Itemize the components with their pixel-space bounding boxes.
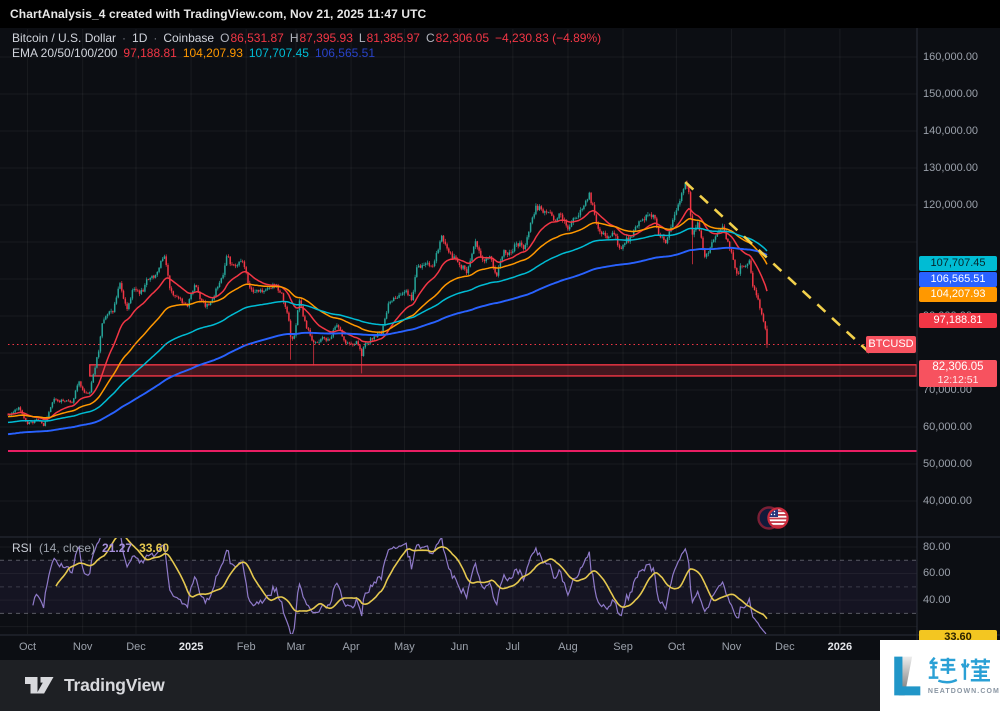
tradingview-logo[interactable]: TradingView — [24, 675, 165, 696]
rsi-tick: 40.00 — [923, 593, 951, 606]
ohlc-close: C 82,306.05 — [425, 31, 490, 45]
candle-bodies-up — [9, 183, 751, 426]
legend-separator: · — [122, 31, 127, 45]
symbol-exchange: Coinbase — [163, 31, 215, 45]
rsi-params: (14, close) — [39, 541, 96, 555]
ohlc-high: H 87,395.93 — [289, 31, 353, 45]
tradingview-wordmark: TradingView — [64, 675, 165, 695]
symbol-price-label: BTCUSD — [866, 336, 916, 353]
time-tick: Oct — [18, 641, 37, 653]
rsi-current-value: 21.27 — [102, 541, 133, 555]
ema200-value: 106,565.51 — [314, 46, 375, 60]
time-tick: 2025 — [178, 641, 204, 653]
ema200-price-badge: 106,565.51 — [919, 272, 997, 287]
time-tick: Oct — [667, 641, 685, 653]
watermark-cn-glyphs — [928, 656, 990, 684]
ema-indicator-legend[interactable]: EMA 20/50/100/200 97,188.81 104,207.93 1… — [12, 46, 375, 60]
us-flag-event-icon[interactable] — [754, 503, 796, 533]
ema20-value: 97,188.81 — [123, 46, 177, 60]
ema-label: EMA 20/50/100/200 — [12, 46, 118, 60]
rsi-tick: 80.00 — [923, 540, 951, 553]
time-tick: Jul — [505, 641, 520, 653]
time-tick: Mar — [286, 641, 306, 653]
ema200-line — [7, 246, 768, 436]
time-tick: Sep — [613, 641, 633, 653]
time-tick: Aug — [558, 641, 578, 653]
support-zone-drawing — [89, 364, 917, 377]
main-chart-pane[interactable] — [0, 0, 1000, 660]
price-tick: 40,000.00 — [923, 494, 972, 507]
price-tick: 60,000.00 — [923, 420, 972, 433]
symbol-legend[interactable]: Bitcoin / U.S. Dollar · 1D · Coinbase O8… — [12, 31, 601, 45]
price-tick: 120,000.00 — [923, 198, 979, 211]
footer-bar: TradingView — [0, 660, 1000, 711]
site-watermark[interactable]: NEATDOWN.COM — [880, 640, 1000, 711]
ema50-price-badge: 104,207.93 — [919, 287, 997, 302]
change-value: −4,230.83 (−4.89%) — [495, 31, 602, 45]
time-tick: Feb — [236, 641, 256, 653]
ema50-value: 104,207.93 — [182, 46, 243, 60]
ohlc-low: L 81,385.97 — [358, 31, 420, 45]
last-price-value: 82,306.05 — [932, 361, 984, 373]
candle-bodies-down — [7, 183, 768, 426]
price-tick: 150,000.00 — [923, 87, 979, 100]
bar-countdown: 12:12:51 — [937, 374, 979, 386]
ema50-line — [7, 218, 768, 419]
tradingview-logo-icon — [25, 677, 54, 694]
ema100-price-badge: 107,707.45 — [919, 256, 997, 271]
rsi-indicator-legend[interactable]: RSI (14, close) 21.27 33.60 — [12, 541, 169, 555]
time-tick: Nov — [721, 641, 742, 653]
tradingview-snapshot: ChartAnalysis_4 created with TradingView… — [0, 0, 1000, 711]
time-tick: 2026 — [827, 641, 853, 653]
time-tick: Dec — [126, 641, 146, 653]
rsi-tick: 60.00 — [923, 567, 951, 580]
ohlc-open: O 86,531.87 — [220, 31, 284, 45]
symbol-name: Bitcoin / U.S. Dollar — [12, 31, 117, 45]
price-tick: 140,000.00 — [923, 124, 979, 137]
rsi-name: RSI — [12, 541, 33, 555]
time-scale[interactable]: Oct Nov Dec 2025 Feb Mar Apr May Jun Jul Aug Sep Oct… — [0, 635, 917, 660]
time-tick: Jun — [450, 641, 469, 653]
time-tick: Apr — [342, 641, 360, 653]
price-tick: 50,000.00 — [923, 457, 972, 470]
legend-separator: · — [153, 31, 158, 45]
watermark-domain: NEATDOWN.COM — [927, 688, 1000, 695]
price-scale[interactable]: 107,707.45 106,565.51 104,207.93 97,188.… — [917, 28, 1000, 662]
time-tick: Dec — [775, 641, 795, 653]
snapshot-title: ChartAnalysis_4 created with TradingView… — [10, 7, 427, 21]
symbol-timeframe: 1D — [132, 31, 148, 45]
watermark-l-logo — [894, 656, 921, 695]
snapshot-title-bar: ChartAnalysis_4 created with TradingView… — [0, 0, 1000, 28]
ema100-value: 107,707.45 — [248, 46, 309, 60]
downtrend-line-drawing — [684, 181, 877, 360]
price-tick: 160,000.00 — [923, 50, 979, 63]
last-price-badge: 82,306.05 12:12:51 — [919, 360, 997, 387]
time-tick: May — [394, 641, 415, 653]
ema20-line — [8, 207, 768, 421]
price-tick: 130,000.00 — [923, 161, 979, 174]
rsi-ma-value: 33.60 — [139, 541, 170, 555]
time-tick: Nov — [72, 641, 93, 653]
ema20-price-badge: 97,188.81 — [919, 313, 997, 328]
